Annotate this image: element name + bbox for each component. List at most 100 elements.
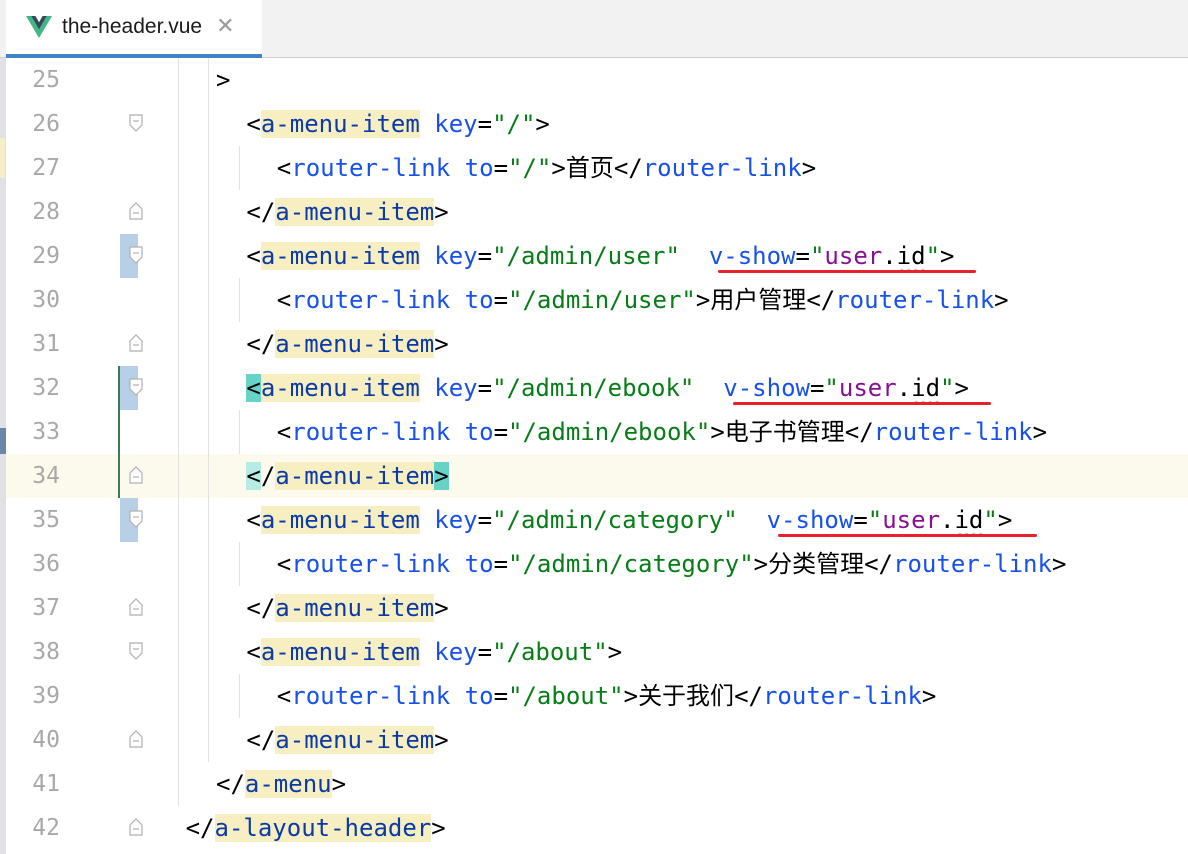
code-line[interactable]: 30 <router-link to="/admin/user">用户管理</ro… xyxy=(6,278,1188,322)
punctuation: > xyxy=(954,374,969,402)
punctuation: > xyxy=(1032,418,1048,446)
punctuation: </ xyxy=(864,550,894,578)
red-annotation-underline xyxy=(717,270,976,273)
indent-guide xyxy=(239,542,240,586)
punctuation: = xyxy=(493,286,509,314)
code-line[interactable]: 33 <router-link to="/admin/ebook">电子书管理</… xyxy=(6,410,1188,454)
code-line[interactable]: 40 </a-menu-item> xyxy=(6,718,1188,762)
attribute-name: key xyxy=(434,110,478,138)
punctuation: = xyxy=(809,374,825,402)
attribute-name: v-show xyxy=(766,506,854,534)
punctuation: . xyxy=(882,242,897,270)
code-text: </a-menu-item> xyxy=(246,586,449,630)
punctuation: < xyxy=(246,242,261,270)
typo-warning-text: id xyxy=(911,374,941,402)
text-content xyxy=(450,682,464,710)
line-number: 30 xyxy=(32,287,60,313)
code-editor[interactable]: 25 >26 <a-menu-item key="/"> 27 <router-link… xyxy=(6,58,1188,854)
code-line[interactable]: 34 </a-menu-item> xyxy=(6,454,1188,498)
code-text: <router-link to="/">首页</router-link> xyxy=(277,146,816,190)
vcs-change-marker[interactable] xyxy=(118,454,120,498)
code-line[interactable]: 28 </a-menu-item> xyxy=(6,190,1188,234)
punctuation: / xyxy=(260,462,276,490)
line-number: 42 xyxy=(32,815,60,841)
fold-end-icon[interactable] xyxy=(129,202,143,220)
vue-logo-icon xyxy=(26,16,52,38)
punctuation: = xyxy=(477,242,493,270)
left-strip-mark xyxy=(0,138,5,178)
punctuation: > xyxy=(710,418,725,446)
code-line[interactable]: 26 <a-menu-item key="/"> xyxy=(6,102,1188,146)
punctuation: > xyxy=(994,286,1009,314)
tab-the-header-vue[interactable]: the-header.vue ✕ xyxy=(6,0,262,58)
fold-end-icon[interactable] xyxy=(129,598,143,616)
line-number: 28 xyxy=(32,199,60,225)
punctuation: </ xyxy=(246,198,276,226)
fold-end-icon[interactable] xyxy=(129,730,143,748)
editor-tab-bar: the-header.vue ✕ xyxy=(0,0,1188,58)
red-annotation-underline xyxy=(732,402,992,405)
punctuation: > xyxy=(331,770,347,798)
indent-guide xyxy=(239,674,240,718)
code-line[interactable]: 27 <router-link to="/">首页</router-link> xyxy=(6,146,1188,190)
fold-collapse-icon[interactable] xyxy=(129,246,143,264)
attribute-name: router-link xyxy=(291,550,451,578)
text-content: 用户管理 xyxy=(710,286,807,314)
attribute-name: v-show xyxy=(723,374,810,402)
code-line[interactable]: 25 > xyxy=(6,58,1188,102)
fold-collapse-icon[interactable] xyxy=(129,510,143,528)
line-number: 37 xyxy=(32,595,60,621)
code-text: <router-link to="/admin/ebook">电子书管理</ro… xyxy=(277,410,1047,454)
vcs-change-marker[interactable] xyxy=(118,410,120,454)
attribute-value: " xyxy=(940,374,955,402)
text-content xyxy=(450,418,464,446)
fold-end-icon[interactable] xyxy=(129,466,143,484)
text-content xyxy=(420,638,434,666)
tag-name: a-menu-item xyxy=(260,374,420,402)
fold-collapse-icon[interactable] xyxy=(129,114,143,132)
code-line[interactable]: 38 <a-menu-item key="/about"> xyxy=(6,630,1188,674)
code-line[interactable]: 36 <router-link to="/admin/category">分类管理… xyxy=(6,542,1188,586)
code-text: </a-menu-item> xyxy=(246,454,449,498)
line-number: 40 xyxy=(32,727,60,753)
tag-name: a-menu-item xyxy=(260,110,420,138)
line-number: 41 xyxy=(32,771,60,797)
attribute-name: to xyxy=(464,550,494,578)
close-icon[interactable]: ✕ xyxy=(216,16,234,38)
tag-name: a-menu-item xyxy=(275,198,435,226)
attribute-name: to xyxy=(464,286,494,314)
code-text: <router-link to="/admin/category">分类管理</… xyxy=(277,542,1067,586)
punctuation: > xyxy=(921,682,937,710)
punctuation: > xyxy=(940,242,955,270)
tag-name: a-layout-header xyxy=(214,814,432,842)
text-content xyxy=(680,242,709,270)
fold-end-icon[interactable] xyxy=(129,818,143,836)
code-text: </a-layout-header> xyxy=(186,806,446,850)
attribute-value: "/" xyxy=(492,110,536,138)
code-line[interactable]: 41 </a-menu> xyxy=(6,762,1188,806)
punctuation: > xyxy=(434,594,449,622)
line-number: 33 xyxy=(32,419,60,445)
fold-collapse-icon[interactable] xyxy=(129,642,143,660)
attribute-value: " xyxy=(925,242,941,270)
variable-name: user xyxy=(824,242,883,270)
code-line[interactable]: 29 <a-menu-item key="/admin/user" v-show=… xyxy=(6,234,1188,278)
line-number: 34 xyxy=(32,463,60,489)
attribute-name: key xyxy=(434,638,478,666)
punctuation: > xyxy=(997,506,1013,534)
attribute-name: router-link xyxy=(642,154,802,182)
fold-end-icon[interactable] xyxy=(129,334,143,352)
code-line[interactable]: 32 <a-menu-item key="/admin/ebook" v-show… xyxy=(6,366,1188,410)
attribute-name: to xyxy=(464,418,494,446)
punctuation: < xyxy=(246,506,261,534)
code-line[interactable]: 37 </a-menu-item> xyxy=(6,586,1188,630)
fold-collapse-icon[interactable] xyxy=(129,378,143,396)
attribute-name: key xyxy=(434,506,478,534)
punctuation: = xyxy=(795,242,810,270)
text-content: 电子书管理 xyxy=(724,418,845,446)
text-content xyxy=(450,550,464,578)
code-line[interactable]: 31 </a-menu-item> xyxy=(6,322,1188,366)
code-line[interactable]: 39 <router-link to="/about">关于我们</router-… xyxy=(6,674,1188,718)
punctuation: = xyxy=(477,374,493,402)
code-line[interactable]: 42 </a-layout-header> xyxy=(6,806,1188,850)
